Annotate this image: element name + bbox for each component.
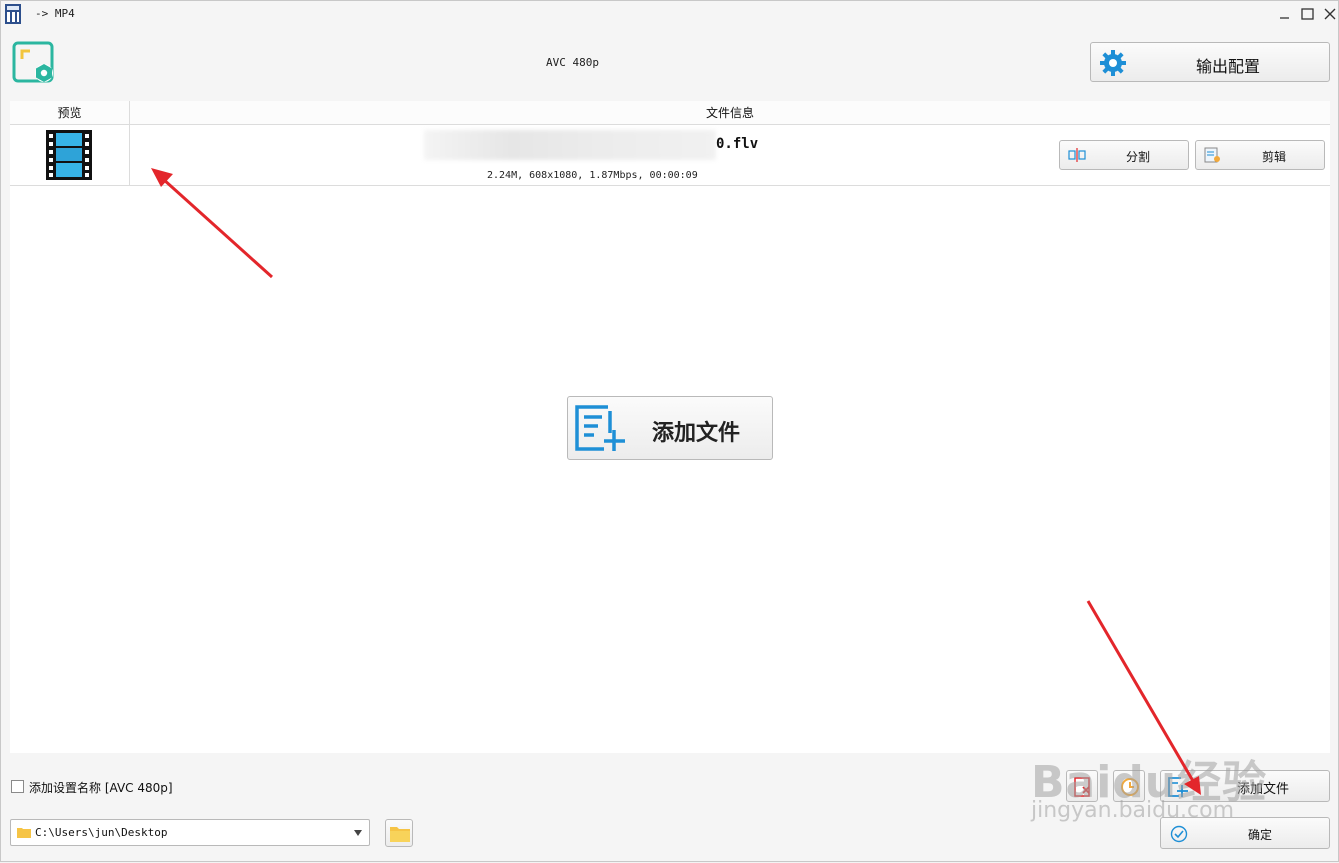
window-title: -> MP4 [35, 7, 75, 20]
file-list-header: 预览 文件信息 [10, 101, 1330, 125]
app-icon [5, 4, 21, 24]
output-config-button[interactable]: 输出配置 [1090, 42, 1330, 82]
add-files-button[interactable]: 添加文件 [1160, 770, 1330, 802]
output-path-text: C:\Users\jun\Desktop [35, 826, 168, 839]
clear-list-button[interactable] [1066, 770, 1098, 802]
split-label: 分割 [1126, 150, 1151, 164]
trim-button[interactable]: 剪辑 [1195, 140, 1325, 170]
history-button[interactable] [1113, 770, 1145, 802]
add-files-label: 添加文件 [1237, 782, 1290, 797]
file-preview-cell [10, 125, 130, 185]
file-row[interactable]: 0.flv 2.24M, 608x1080, 1.87Mbps, 00:00:0… [10, 125, 1330, 186]
file-name-redacted [424, 130, 716, 160]
app-logo-icon [12, 41, 54, 83]
file-name: 0.flv [716, 136, 759, 152]
folder-icon [17, 828, 31, 838]
gear-icon [1100, 50, 1126, 76]
add-setting-name-checkbox[interactable] [11, 780, 24, 793]
profile-label: AVC 480p [546, 56, 599, 69]
trim-label: 剪辑 [1262, 150, 1287, 164]
chevron-down-icon [354, 830, 362, 836]
output-config-label: 输出配置 [1196, 57, 1261, 76]
column-preview-header: 预览 [10, 101, 130, 125]
add-files-center-label: 添加文件 [652, 421, 741, 446]
file-meta: 2.24M, 608x1080, 1.87Mbps, 00:00:09 [487, 170, 698, 181]
browse-folder-button[interactable] [385, 819, 413, 847]
video-file-icon [46, 130, 92, 180]
ok-label: 确定 [1248, 828, 1273, 842]
add-file-icon [575, 405, 625, 451]
check-circle-icon [1170, 825, 1188, 843]
add-setting-name-label: 添加设置名称 [AVC 480p] [29, 781, 173, 795]
split-button[interactable]: 分割 [1059, 140, 1189, 170]
add-files-center-button[interactable]: 添加文件 [567, 396, 773, 460]
file-list-panel: 预览 文件信息 0.flv 2.24M, 608x1080, 1.87Mbps, [10, 101, 1330, 753]
minimize-icon[interactable] [1276, 5, 1294, 23]
edit-clip-icon [1204, 147, 1220, 163]
title-bar: -> MP4 [1, 1, 1338, 27]
folder-icon [390, 827, 410, 842]
maximize-icon[interactable] [1299, 5, 1317, 23]
add-file-icon [1168, 777, 1188, 797]
column-info-header: 文件信息 [705, 106, 754, 120]
close-icon[interactable] [1321, 5, 1339, 23]
ok-button[interactable]: 确定 [1160, 817, 1330, 849]
clear-list-icon [1074, 777, 1090, 797]
converter-window: -> MP4 AVC 480p 输出配置 预览 文件信息 0.flv 2.24M… [0, 0, 1339, 862]
output-path-dropdown[interactable]: C:\Users\jun\Desktop [10, 819, 370, 846]
split-icon [1068, 148, 1086, 162]
history-icon [1121, 778, 1139, 796]
